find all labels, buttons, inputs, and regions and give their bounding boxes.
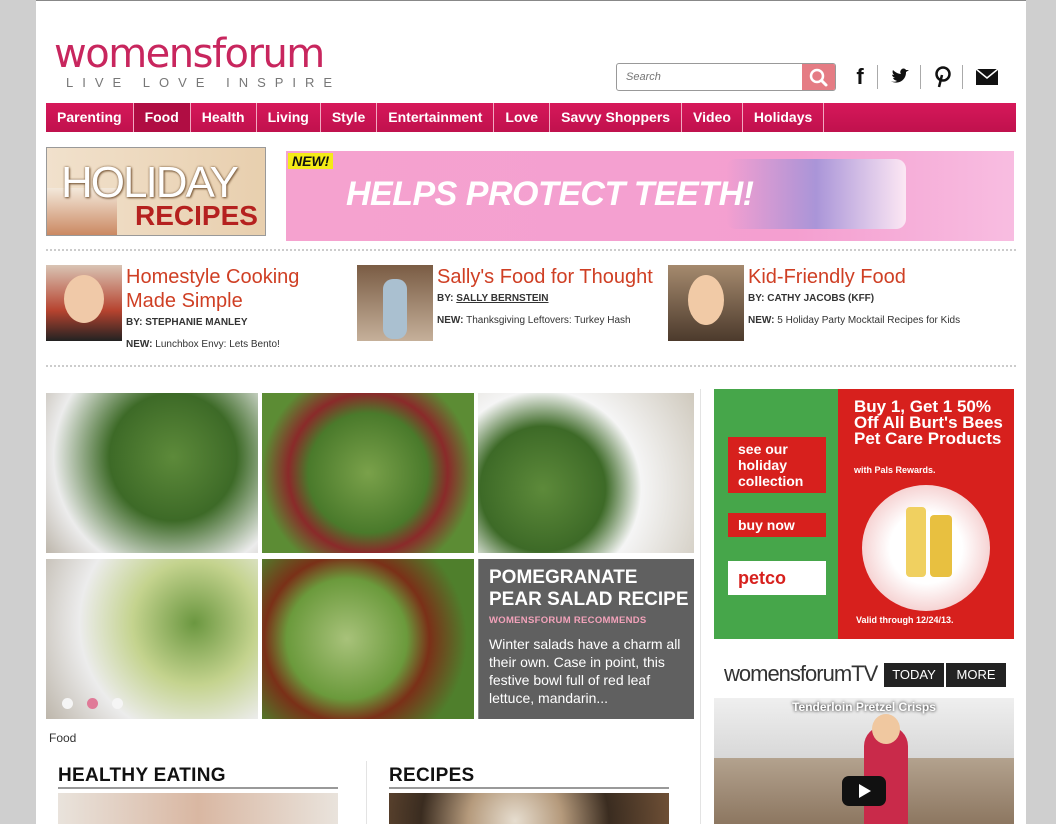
columnist-new-link[interactable]: NEW: Lunchbox Envy: Lets Bento! xyxy=(126,339,280,350)
petco-ad[interactable]: see our holiday collection buy now petco… xyxy=(714,389,1014,639)
buy-now-button[interactable]: buy now xyxy=(728,513,826,537)
divider xyxy=(46,249,1016,251)
holiday-banner-line2: RECIPES xyxy=(135,200,258,231)
recipes-image[interactable] xyxy=(389,793,669,824)
tv-tab-more[interactable]: MORE xyxy=(946,663,1006,687)
search-box xyxy=(616,63,836,91)
slider-dot-3[interactable] xyxy=(112,698,123,709)
slider-dot-1[interactable] xyxy=(62,698,73,709)
slider-description: Winter salads have a charm all their own… xyxy=(489,636,681,706)
column-divider xyxy=(700,389,701,824)
main-nav: Parenting Food Health Living Style Enter… xyxy=(46,103,1016,132)
columnist-title[interactable]: Kid-Friendly Food xyxy=(748,265,978,289)
section-title-recipes[interactable]: RECIPES xyxy=(389,765,475,787)
petco-logo: petco xyxy=(728,561,826,595)
nav-item-holidays[interactable]: Holidays xyxy=(743,103,825,132)
nav-item-food[interactable]: Food xyxy=(133,103,191,132)
columnist-photo[interactable] xyxy=(46,265,122,341)
nav-item-parenting[interactable]: Parenting xyxy=(46,103,134,132)
email-icon[interactable] xyxy=(973,65,1001,89)
section-underline xyxy=(389,787,669,789)
video-title: Tenderloin Pretzel Crisps xyxy=(792,700,936,714)
author-link[interactable]: SALLY BERNSTEIN xyxy=(456,293,548,304)
columnist-photo[interactable] xyxy=(357,265,433,341)
video-presenter-face xyxy=(872,714,900,744)
facebook-icon[interactable]: f xyxy=(846,65,874,89)
nav-item-entertainment[interactable]: Entertainment xyxy=(377,103,495,132)
play-icon xyxy=(859,784,871,798)
section-underline xyxy=(58,787,338,789)
social-divider xyxy=(920,65,921,89)
holiday-recipes-banner[interactable]: HOLIDAY RECIPES xyxy=(46,147,266,236)
offer-title: Buy 1, Get 1 50% Off All Burt's Bees Pet… xyxy=(854,397,1003,448)
tv-tab-today[interactable]: TODAY xyxy=(884,663,944,687)
columnist-byline: BY: STEPHANIE MANLEY xyxy=(126,317,248,328)
column-divider xyxy=(366,761,367,824)
see-collection-button[interactable]: see our holiday collection xyxy=(728,437,826,493)
columnist-new-link[interactable]: NEW: Thanksgiving Leftovers: Turkey Hash xyxy=(437,315,631,326)
healthy-eating-image[interactable] xyxy=(58,793,338,824)
nav-item-living[interactable]: Living xyxy=(257,103,321,132)
slider-image-tile[interactable] xyxy=(478,393,694,553)
columnist-title[interactable]: Homestyle Cooking Made Simple xyxy=(126,265,346,313)
pinterest-icon[interactable] xyxy=(929,65,957,89)
play-button[interactable] xyxy=(842,776,886,806)
slider-image-tile[interactable] xyxy=(46,393,258,553)
nav-item-savvy-shoppers[interactable]: Savvy Shoppers xyxy=(550,103,683,132)
divider xyxy=(46,365,1016,367)
columnist-byline: BY: CATHY JACOBS (KFF) xyxy=(748,293,875,304)
section-title-healthy-eating[interactable]: HEALTHY EATING xyxy=(58,765,226,787)
womensforum-tv-logo: womensforumTV xyxy=(724,661,878,686)
slider-image-tile[interactable] xyxy=(262,393,474,553)
columnist-photo[interactable] xyxy=(668,265,744,341)
columnist-title[interactable]: Sally's Food for Thought xyxy=(437,265,667,289)
columnist-new-link[interactable]: NEW: 5 Holiday Party Mocktail Recipes fo… xyxy=(748,315,960,326)
ad-headline: HELPS PROTECT TEETH! xyxy=(346,175,754,213)
category-label: Food xyxy=(49,731,77,745)
petco-ad-left-panel: see our holiday collection buy now petco xyxy=(714,389,838,639)
nav-item-style[interactable]: Style xyxy=(321,103,378,132)
site-logo[interactable]: womensforum LIVE LOVE INSPIRE xyxy=(54,13,344,93)
petco-ad-right-panel: Buy 1, Get 1 50% Off All Burt's Bees Pet… xyxy=(838,389,1014,639)
slider-subtitle: WOMENSFORUM RECOMMENDS xyxy=(489,615,647,626)
video-player[interactable]: Tenderloin Pretzel Crisps xyxy=(714,698,1014,824)
page: womensforum LIVE LOVE INSPIRE f Parentin… xyxy=(36,0,1026,824)
slider-caption[interactable]: POMEGRANATE PEAR SALAD RECIPE WOMENSFORU… xyxy=(479,559,694,719)
logo-wordmark: womensforum xyxy=(54,31,325,77)
search-input[interactable] xyxy=(618,65,802,89)
offer-valid-date: Valid through 12/24/13. xyxy=(856,615,954,625)
nav-item-health[interactable]: Health xyxy=(191,103,257,132)
offer-subtitle: with Pals Rewards. xyxy=(854,465,936,475)
social-divider xyxy=(877,65,878,89)
twitter-icon[interactable] xyxy=(886,65,914,89)
search-icon xyxy=(809,68,828,87)
nav-item-love[interactable]: Love xyxy=(494,103,551,132)
slider-title[interactable]: POMEGRANATE PEAR SALAD RECIPE xyxy=(489,567,689,611)
slider-image-tile[interactable] xyxy=(262,559,474,719)
nav-item-video[interactable]: Video xyxy=(682,103,743,132)
toothpaste-ad[interactable]: NEW! HELPS PROTECT TEETH! xyxy=(286,151,1014,241)
logo-tagline: LIVE LOVE INSPIRE xyxy=(66,75,342,90)
product-image xyxy=(862,485,990,611)
slider-image-tile[interactable] xyxy=(46,559,258,719)
social-divider xyxy=(962,65,963,89)
slider-dot-2[interactable] xyxy=(87,698,98,709)
ad-new-badge: NEW! xyxy=(288,153,334,169)
search-button[interactable] xyxy=(802,64,835,90)
columnist-byline: BY: SALLY BERNSTEIN xyxy=(437,293,549,304)
